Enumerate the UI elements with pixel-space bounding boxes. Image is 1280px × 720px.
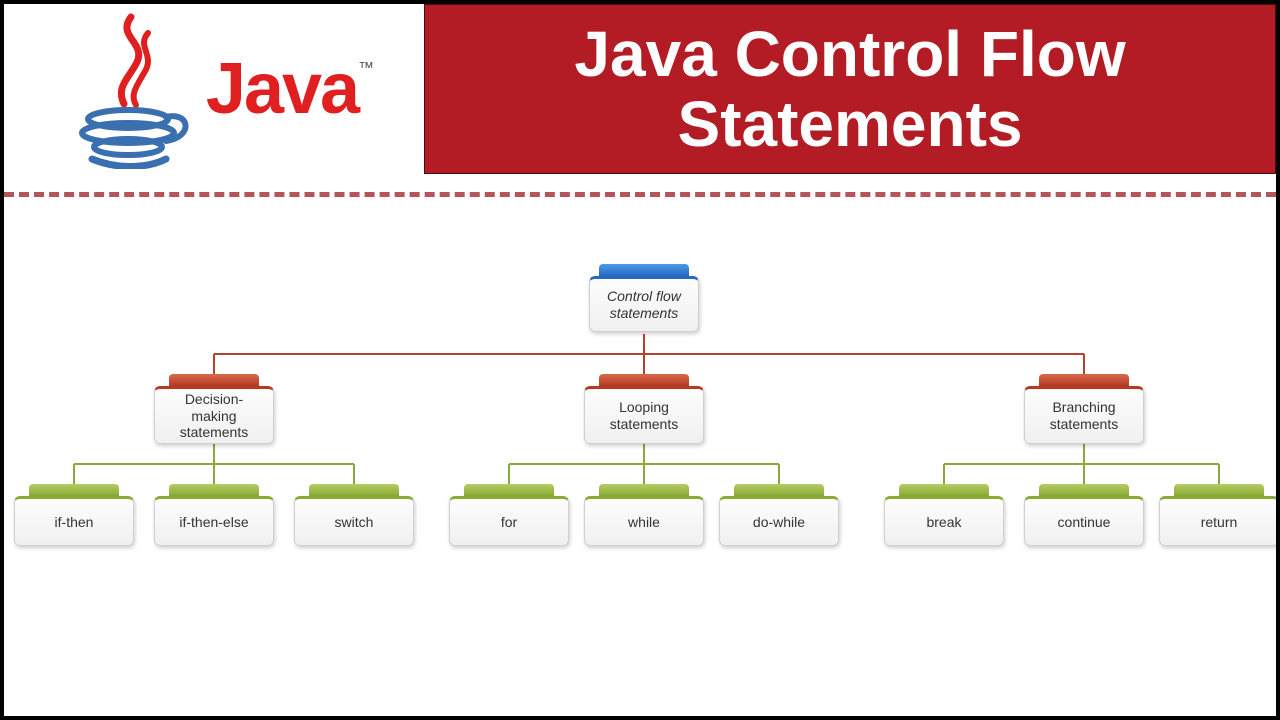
node-label: Control flow statements (589, 276, 699, 332)
node-tab (599, 264, 689, 276)
hierarchy-diagram: Control flow statements Decision-making … (4, 264, 1280, 684)
node-leaf-if-then: if-then (14, 484, 134, 546)
slide-page: Java™ Java Control Flow Statements (0, 0, 1280, 720)
node-label: Decision-making statements (154, 386, 274, 444)
node-label: continue (1024, 496, 1144, 546)
node-label: Branching statements (1024, 386, 1144, 444)
node-label: while (584, 496, 704, 546)
node-tab (734, 484, 824, 496)
node-tab (1174, 484, 1264, 496)
node-label: do-while (719, 496, 839, 546)
node-leaf-if-then-else: if-then-else (154, 484, 274, 546)
node-tab (1039, 484, 1129, 496)
node-leaf-return: return (1159, 484, 1279, 546)
node-label: switch (294, 496, 414, 546)
node-tab (169, 374, 259, 386)
node-tab (899, 484, 989, 496)
node-tab (599, 484, 689, 496)
node-category-looping: Looping statements (584, 374, 704, 444)
node-leaf-switch: switch (294, 484, 414, 546)
node-leaf-break: break (884, 484, 1004, 546)
node-label: return (1159, 496, 1279, 546)
java-cup-icon (66, 9, 196, 169)
title-banner: Java Control Flow Statements (424, 4, 1276, 174)
node-root: Control flow statements (589, 264, 699, 332)
node-label: break (884, 496, 1004, 546)
node-tab (599, 374, 689, 386)
node-tab (29, 484, 119, 496)
dashed-divider (4, 192, 1276, 197)
node-leaf-for: for (449, 484, 569, 546)
title-text: Java Control Flow Statements (425, 11, 1275, 168)
node-tab (309, 484, 399, 496)
node-tab (169, 484, 259, 496)
node-leaf-do-while: do-while (719, 484, 839, 546)
node-leaf-while: while (584, 484, 704, 546)
logo-area: Java™ (4, 4, 424, 174)
node-leaf-continue: continue (1024, 484, 1144, 546)
node-label: if-then-else (154, 496, 274, 546)
node-label: if-then (14, 496, 134, 546)
logo-text: Java™ (206, 48, 372, 130)
node-tab (464, 484, 554, 496)
node-category-branching: Branching statements (1024, 374, 1144, 444)
header: Java™ Java Control Flow Statements (4, 4, 1276, 174)
node-label: for (449, 496, 569, 546)
node-tab (1039, 374, 1129, 386)
node-label: Looping statements (584, 386, 704, 444)
node-category-decision-making: Decision-making statements (154, 374, 274, 444)
trademark-symbol: ™ (358, 60, 372, 77)
logo-label: Java (206, 49, 358, 129)
